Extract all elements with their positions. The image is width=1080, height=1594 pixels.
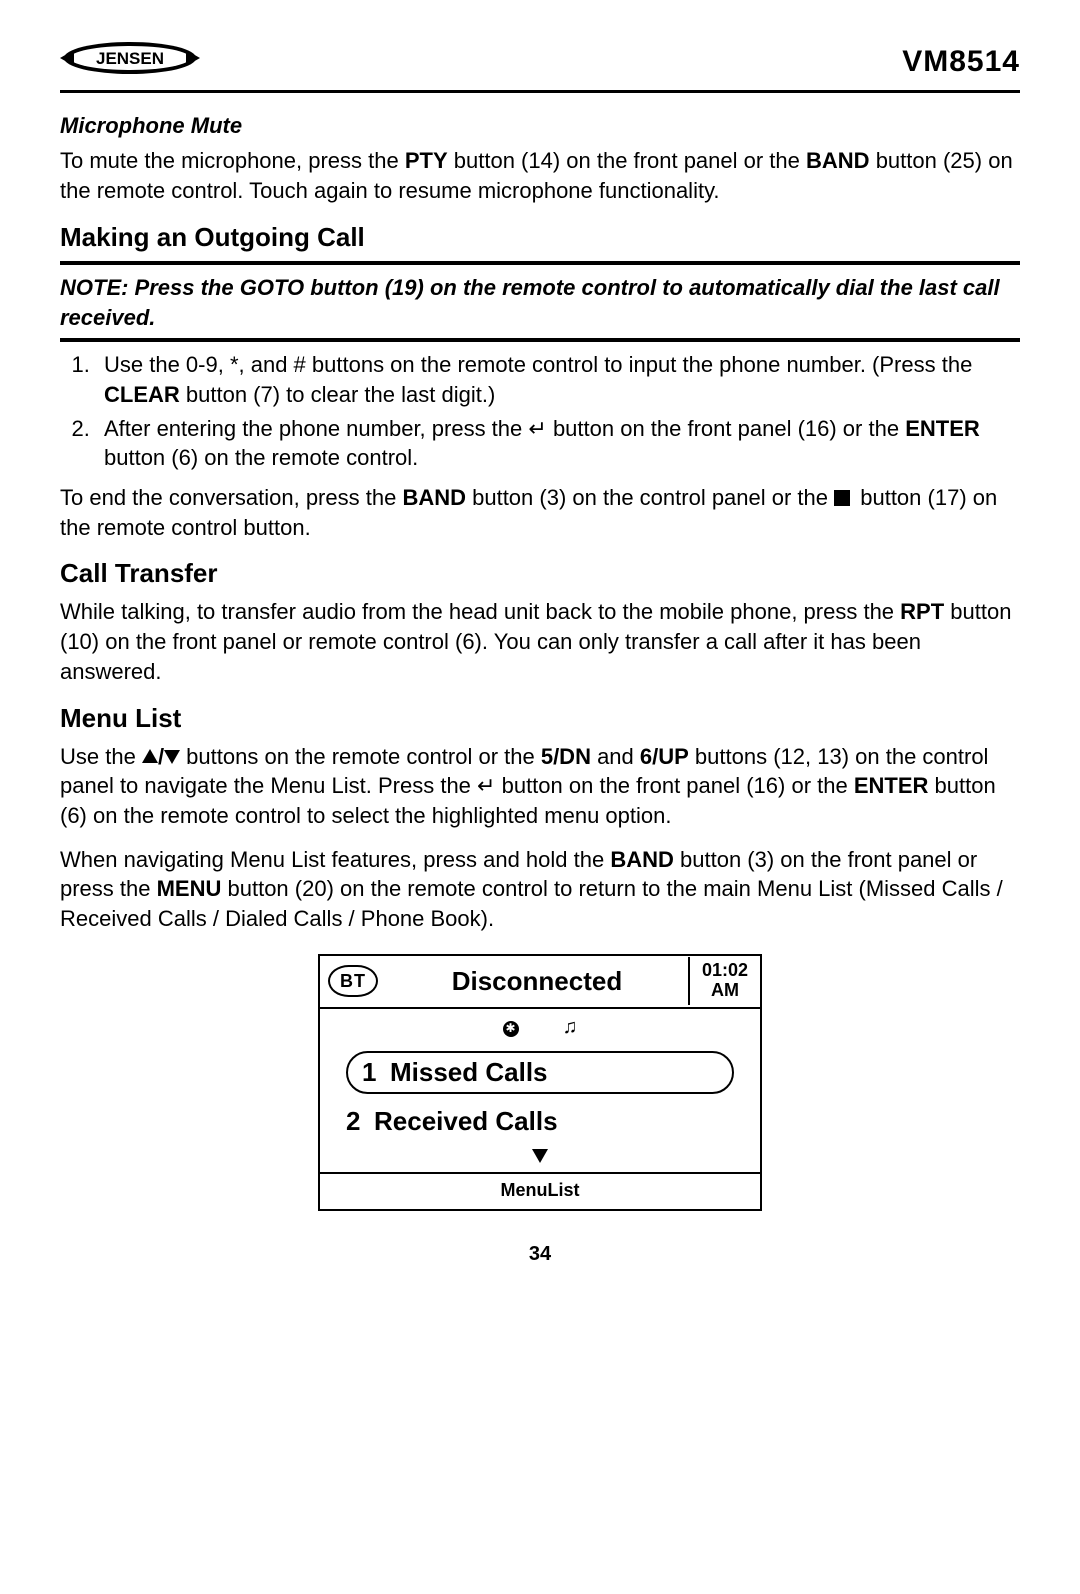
enter-arrow-icon: ↵ <box>477 773 495 798</box>
microphone-mute-text: To mute the microphone, press the PTY bu… <box>60 146 1020 205</box>
down-triangle-icon <box>532 1149 548 1163</box>
menu-item-number: 2 <box>346 1104 374 1139</box>
end-call-text: To end the conversation, press the BAND … <box>60 483 1020 542</box>
outgoing-call-heading: Making an Outgoing Call <box>60 220 1020 255</box>
text-fragment: Use the <box>60 744 142 769</box>
rpt-label: RPT <box>900 599 944 624</box>
enter-label: ENTER <box>905 416 980 441</box>
text-fragment: To end the conversation, press the <box>60 485 402 510</box>
goto-note: NOTE: Press the GOTO button (19) on the … <box>60 273 1020 332</box>
6up-label: 6/UP <box>640 744 689 769</box>
band-label: BAND <box>402 485 466 510</box>
menu-item-label: Missed Calls <box>390 1055 548 1090</box>
divider <box>60 338 1020 342</box>
text-fragment: button (3) on the control panel or the <box>466 485 834 510</box>
text-fragment: While talking, to transfer audio from th… <box>60 599 900 624</box>
menu-item-label: Received Calls <box>374 1104 558 1139</box>
menu-label: MENU <box>157 876 222 901</box>
list-item: Use the 0-9, *, and # buttons on the rem… <box>96 350 1020 409</box>
text-fragment: button on the front panel (16) or the <box>547 416 905 441</box>
enter-arrow-icon: ↵ <box>528 416 546 441</box>
menu-item-missed-calls[interactable]: 1 Missed Calls <box>330 1049 750 1096</box>
text-fragment: and <box>591 744 640 769</box>
outgoing-steps-list: Use the 0-9, *, and # buttons on the rem… <box>60 350 1020 473</box>
band-label: BAND <box>806 148 870 173</box>
clock-ampm: AM <box>702 981 748 1001</box>
menu-list-heading: Menu List <box>60 701 1020 736</box>
scroll-down-indicator <box>320 1141 760 1175</box>
stop-icon <box>834 490 850 506</box>
text-fragment: button (14) on the front panel or the <box>448 148 806 173</box>
clock-time: 01:02 <box>702 961 748 981</box>
brand-logo: JENSEN <box>60 40 200 84</box>
menu-list-para1: Use the / buttons on the remote control … <box>60 742 1020 831</box>
call-transfer-text: While talking, to transfer audio from th… <box>60 597 1020 686</box>
text-fragment: button (6) on the remote control. <box>104 445 418 470</box>
divider <box>60 261 1020 265</box>
device-screen: BT Disconnected 01:02 AM ♫ 1 Missed Call… <box>318 954 762 1211</box>
clear-label: CLEAR <box>104 382 180 407</box>
screen-icon-row: ♫ <box>320 1009 760 1045</box>
connection-status: Disconnected <box>386 956 688 1007</box>
list-item: After entering the phone number, press t… <box>96 414 1020 473</box>
call-transfer-heading: Call Transfer <box>60 556 1020 591</box>
bt-badge: BT <box>328 965 378 997</box>
text-fragment: buttons on the remote control or the <box>180 744 541 769</box>
up-triangle-icon <box>142 749 158 763</box>
screen-status-row: BT Disconnected 01:02 AM <box>320 956 760 1009</box>
clock: 01:02 AM <box>688 957 760 1005</box>
band-label: BAND <box>610 847 674 872</box>
text-fragment: button (7) to clear the last digit.) <box>180 382 496 407</box>
page-header: JENSEN VM8514 <box>60 40 1020 93</box>
microphone-mute-heading: Microphone Mute <box>60 111 1020 141</box>
pty-label: PTY <box>405 148 448 173</box>
model-number: VM8514 <box>902 42 1020 83</box>
menu-item-received-calls[interactable]: 2 Received Calls <box>320 1102 760 1141</box>
menu-list-para2: When navigating Menu List features, pres… <box>60 845 1020 934</box>
music-note-icon: ♫ <box>563 1014 578 1041</box>
text-fragment: After entering the phone number, press t… <box>104 416 528 441</box>
text-fragment: To mute the microphone, press the <box>60 148 405 173</box>
screen-footer-label: MenuList <box>320 1174 760 1208</box>
brand-text: JENSEN <box>96 49 164 68</box>
enter-label: ENTER <box>854 773 929 798</box>
down-triangle-icon <box>164 750 180 764</box>
5dn-label: 5/DN <box>541 744 591 769</box>
text-fragment: button on the front panel (16) or the <box>495 773 853 798</box>
bluetooth-icon <box>503 1013 519 1043</box>
page-number: 34 <box>60 1241 1020 1268</box>
text-fragment: When navigating Menu List features, pres… <box>60 847 610 872</box>
text-fragment: Use the 0-9, *, and # buttons on the rem… <box>104 352 972 377</box>
menu-item-number: 1 <box>362 1055 390 1090</box>
